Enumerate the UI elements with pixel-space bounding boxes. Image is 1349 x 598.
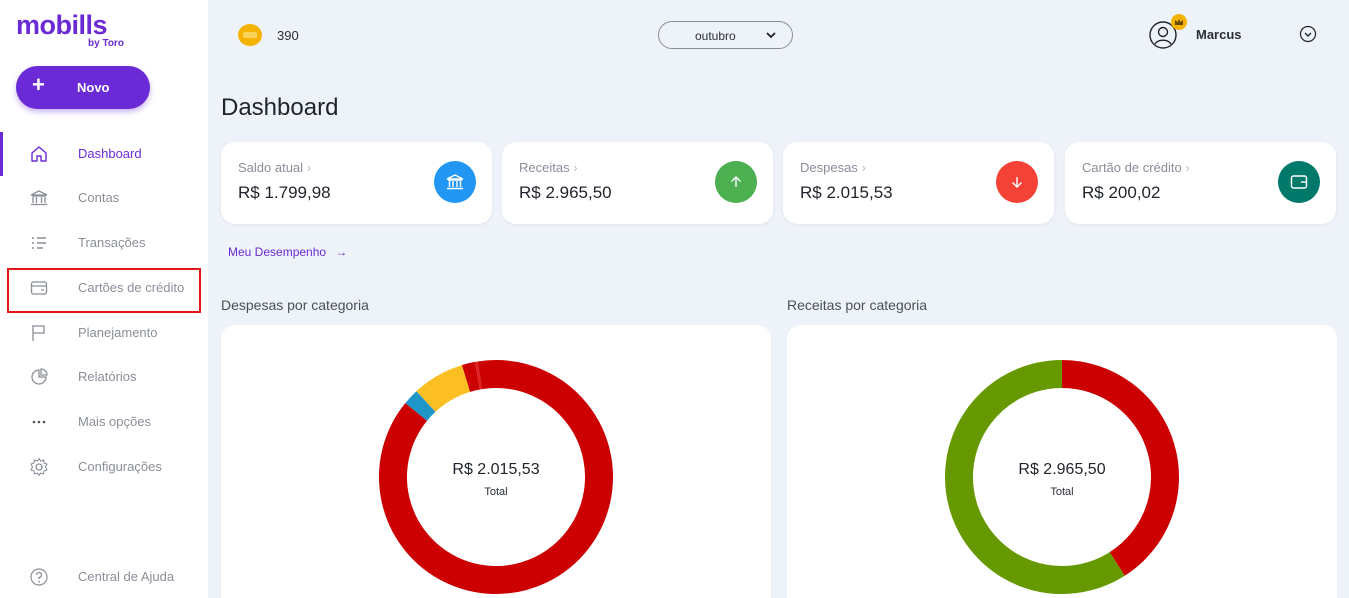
card-label: Saldo atual › — [238, 160, 312, 175]
pie-chart-icon — [31, 368, 48, 385]
donut-slice-5[interactable] — [477, 360, 497, 390]
arrow-down-icon — [996, 161, 1038, 203]
mobills-logo[interactable]: mobills by Toro — [16, 10, 136, 50]
sidebar-item-label: Planejamento — [78, 325, 158, 340]
bank-icon — [30, 190, 48, 206]
sidebar-item-label: Central de Ajuda — [78, 569, 175, 584]
sidebar: mobills by Toro + Novo Dashboard Contas … — [0, 0, 208, 598]
card-receitas[interactable]: Receitas › R$ 2.965,50 — [502, 142, 773, 224]
card-label: Cartão de crédito › — [1082, 160, 1190, 175]
sidebar-item-relatorios[interactable]: Relatórios — [0, 355, 208, 399]
gear-icon — [30, 457, 48, 477]
sidebar-item-label: Relatórios — [78, 369, 137, 384]
chevron-down-circle-icon[interactable] — [1299, 25, 1317, 43]
despesas-total-caption: Total — [484, 486, 508, 498]
sidebar-item-label: Cartões de crédito — [78, 280, 185, 295]
arrow-right-icon: → — [335, 245, 348, 259]
new-button[interactable]: + Novo — [16, 66, 150, 109]
logo-text: mobills — [16, 10, 108, 40]
sidebar-item-contas[interactable]: Contas — [0, 176, 208, 220]
sidebar-item-label: Contas — [78, 190, 120, 205]
meu-desempenho-label: Meu Desempenho — [228, 245, 327, 259]
help-icon — [30, 568, 48, 586]
wallet-icon — [1278, 161, 1320, 203]
list-icon — [32, 237, 46, 249]
card-label: Despesas › — [800, 160, 866, 175]
sidebar-item-cartoes[interactable]: Cartões de crédito — [0, 266, 208, 310]
card-value: R$ 2.965,50 — [519, 183, 612, 202]
credit-card-icon — [30, 281, 48, 295]
new-button-label: Novo — [77, 80, 110, 95]
arrow-up-icon — [715, 161, 757, 203]
despesas-chart-panel: R$ 2.015,53 Total — [221, 325, 771, 598]
sidebar-item-help[interactable]: Central de Ajuda — [0, 555, 208, 598]
card-label: Receitas › — [519, 160, 578, 175]
card-value: R$ 1.799,98 — [238, 183, 331, 202]
bank-icon — [434, 161, 476, 203]
sidebar-item-mais-opcoes[interactable]: Mais opções — [0, 400, 208, 444]
user-name: Marcus — [1196, 27, 1242, 42]
receitas-total-value: R$ 2.965,50 — [1018, 461, 1106, 478]
donut-slice-2[interactable] — [416, 365, 471, 413]
more-icon — [32, 420, 46, 424]
receitas-total-caption: Total — [1050, 486, 1074, 498]
sidebar-item-transacoes[interactable]: Transações — [0, 221, 208, 265]
receitas-chart-panel: R$ 2.965,50 Total — [787, 325, 1337, 598]
sidebar-item-label: Configurações — [78, 459, 162, 474]
page-title: Dashboard — [221, 94, 339, 121]
crown-icon — [1171, 14, 1187, 30]
sidebar-item-label: Transações — [78, 235, 146, 250]
sidebar-item-label: Mais opções — [78, 414, 151, 429]
card-saldo-atual[interactable]: Saldo atual › R$ 1.799,98 — [221, 142, 492, 224]
card-cartao-de-credito[interactable]: Cartão de crédito › R$ 200,02 — [1065, 142, 1336, 224]
flag-icon — [32, 325, 45, 341]
sidebar-item-planejamento[interactable]: Planejamento — [0, 311, 208, 355]
sidebar-item-configuracoes[interactable]: Configurações — [0, 445, 208, 489]
plus-icon: + — [32, 72, 45, 97]
donut-slice-3[interactable] — [461, 361, 481, 392]
month-label: outubro — [695, 29, 736, 43]
home-icon — [31, 146, 47, 162]
meu-desempenho-link[interactable]: Meu Desempenho → — [228, 245, 347, 259]
donut-slice-1[interactable] — [405, 391, 436, 421]
month-select[interactable]: outubro — [658, 21, 793, 49]
card-despesas[interactable]: Despesas › R$ 2.015,53 — [783, 142, 1054, 224]
despesas-total-value: R$ 2.015,53 — [452, 461, 540, 478]
chevron-down-icon — [766, 32, 776, 39]
receitas-section-title: Receitas por categoria — [787, 297, 928, 313]
sidebar-item-label: Dashboard — [78, 146, 142, 161]
card-value: R$ 200,02 — [1082, 183, 1161, 202]
despesas-section-title: Despesas por categoria — [221, 297, 369, 313]
card-value: R$ 2.015,53 — [800, 183, 893, 202]
logo-subtext: by Toro — [88, 38, 124, 49]
coin-icon — [238, 24, 262, 46]
sidebar-item-dashboard[interactable]: Dashboard — [0, 132, 208, 176]
points-count: 390 — [277, 28, 299, 43]
